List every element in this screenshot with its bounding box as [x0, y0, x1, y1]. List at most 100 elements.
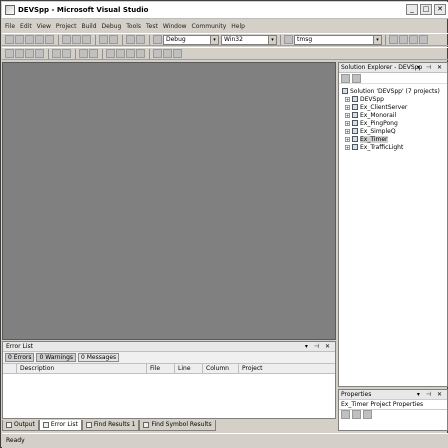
nav-forward-icon[interactable] — [136, 35, 145, 44]
tree-item-label: Ex_ClientServer — [360, 103, 408, 111]
comment-out-icon[interactable] — [79, 49, 88, 58]
menu-view[interactable]: View — [37, 23, 51, 30]
expand-icon[interactable]: + — [345, 96, 350, 102]
nav-back-icon[interactable] — [126, 35, 135, 44]
cancel-build-icon[interactable] — [173, 49, 182, 58]
errors-filter-button[interactable]: 0 Errors — [5, 353, 35, 362]
vs-window: DEVSpp - Microsoft Visual Studio _ □ ✕ F… — [0, 0, 448, 448]
next-bookmark-icon[interactable] — [126, 49, 135, 58]
bottom-tab-strip: Output Error List Find Results 1 Find Sy… — [2, 420, 336, 431]
tree-item-monorail[interactable]: + Ex_Monorail — [342, 111, 447, 119]
quick-info-icon[interactable] — [25, 49, 34, 58]
column-file[interactable]: File — [147, 364, 175, 373]
messages-filter-button[interactable]: 0 Messages — [78, 353, 120, 362]
copy-icon[interactable] — [72, 35, 81, 44]
properties-object-selector[interactable]: Ex_Timer Project Properties — [339, 400, 447, 410]
tree-item-timer[interactable]: + Ex_Timer — [342, 135, 447, 143]
status-text: Ready — [6, 437, 25, 444]
minimize-button[interactable]: _ — [406, 4, 418, 15]
new-project-icon[interactable] — [5, 35, 14, 44]
menu-test[interactable]: Test — [146, 23, 158, 30]
properties-toolbar — [339, 410, 447, 419]
menu-community[interactable]: Community — [192, 23, 227, 30]
property-pages-icon[interactable] — [363, 410, 372, 419]
tree-item-pingpong[interactable]: + Ex_PingPong — [342, 119, 447, 127]
show-all-files-icon[interactable] — [352, 73, 361, 83]
expand-icon[interactable]: + — [345, 136, 350, 142]
editor-area[interactable] — [2, 62, 336, 340]
warnings-filter-button[interactable]: 0 Warnings — [36, 353, 77, 362]
save-icon[interactable] — [35, 35, 44, 44]
toolbar-separator — [280, 34, 281, 45]
undo-icon[interactable] — [99, 35, 108, 44]
rebuild-icon[interactable] — [163, 49, 172, 58]
close-button[interactable]: ✕ — [434, 4, 446, 15]
expand-icon[interactable]: + — [345, 128, 350, 134]
column-column[interactable]: Column — [203, 364, 239, 373]
menu-build[interactable]: Build — [81, 23, 96, 30]
solution-explorer-icon[interactable] — [389, 35, 398, 44]
tab-error-list[interactable]: Error List — [38, 420, 82, 431]
save-all-icon[interactable] — [45, 35, 54, 44]
expand-icon[interactable]: + — [345, 104, 350, 110]
project-icon — [352, 104, 358, 110]
paste-icon[interactable] — [82, 35, 91, 44]
menu-file[interactable]: File — [5, 23, 15, 30]
panel-controls[interactable]: ▾ ⊣ ✕ — [305, 342, 332, 352]
object-browser-icon[interactable] — [409, 35, 418, 44]
tree-item-trafficlight[interactable]: + Ex_TrafficLight — [342, 143, 447, 151]
solution-config-combo[interactable]: Debug ▾ — [163, 34, 219, 45]
expand-icon[interactable]: + — [345, 144, 350, 150]
toolbox-icon[interactable] — [419, 35, 428, 44]
properties-icon[interactable] — [341, 73, 350, 83]
chevron-down-icon: ▾ — [373, 35, 381, 44]
tree-item-simpleq[interactable]: + Ex_SimpleQ — [342, 127, 447, 135]
parameter-info-icon[interactable] — [15, 49, 24, 58]
alphabetical-icon[interactable] — [352, 410, 361, 419]
toggle-bookmark-icon[interactable] — [106, 49, 115, 58]
column-line[interactable]: Line — [175, 364, 203, 373]
decrease-indent-icon[interactable] — [52, 49, 61, 58]
column-description[interactable]: Description — [17, 364, 147, 373]
panel-controls[interactable]: ▾ ⊣ ✕ — [417, 390, 444, 400]
find-in-files-icon[interactable] — [284, 35, 293, 44]
add-item-icon[interactable] — [15, 35, 24, 44]
expand-icon[interactable]: + — [345, 112, 350, 118]
tab-find-results[interactable]: Find Results 1 — [81, 420, 140, 431]
column-project[interactable]: Project — [239, 364, 335, 373]
tree-root[interactable]: Solution 'DEVSpp' (7 projects) — [342, 87, 447, 95]
tree-item-devspp[interactable]: + DEVSpp — [342, 95, 447, 103]
solution-platform-combo[interactable]: Win32 ▾ — [221, 34, 277, 45]
open-file-icon[interactable] — [25, 35, 34, 44]
expand-icon[interactable]: + — [345, 120, 350, 126]
tree-item-clientserver[interactable]: + Ex_ClientServer — [342, 103, 447, 111]
menu-debug[interactable]: Debug — [102, 23, 122, 30]
menu-tools[interactable]: Tools — [126, 23, 141, 30]
clear-bookmarks-icon[interactable] — [136, 49, 145, 58]
prev-bookmark-icon[interactable] — [116, 49, 125, 58]
tab-output[interactable]: Output — [2, 420, 39, 431]
menu-project[interactable]: Project — [56, 23, 77, 30]
categorized-icon[interactable] — [341, 410, 350, 419]
tab-find-symbol-results[interactable]: Find Symbol Results — [139, 420, 216, 431]
properties-icon[interactable] — [399, 35, 408, 44]
menu-window[interactable]: Window — [163, 23, 187, 30]
increase-indent-icon[interactable] — [62, 49, 71, 58]
panel-controls[interactable]: ▾ ⊣ ✕ — [417, 63, 444, 73]
find-combo[interactable]: tmsg ▾ — [294, 34, 382, 45]
list-members-icon[interactable] — [5, 49, 14, 58]
cut-icon[interactable] — [62, 35, 71, 44]
build-icon[interactable] — [153, 49, 162, 58]
redo-icon[interactable] — [109, 35, 118, 44]
column-icon[interactable] — [3, 364, 17, 373]
tree-item-label: DEVSpp — [360, 95, 384, 103]
word-complete-icon[interactable] — [35, 49, 44, 58]
solution-icon — [342, 88, 348, 94]
start-debug-icon[interactable] — [153, 35, 162, 44]
toolbar-separator — [149, 34, 150, 45]
menu-edit[interactable]: Edit — [20, 23, 32, 30]
uncomment-icon[interactable] — [89, 49, 98, 58]
maximize-button[interactable]: □ — [420, 4, 432, 15]
menu-help[interactable]: Help — [231, 23, 245, 30]
error-list-filters: 0 Errors 0 Warnings 0 Messages — [3, 352, 335, 364]
